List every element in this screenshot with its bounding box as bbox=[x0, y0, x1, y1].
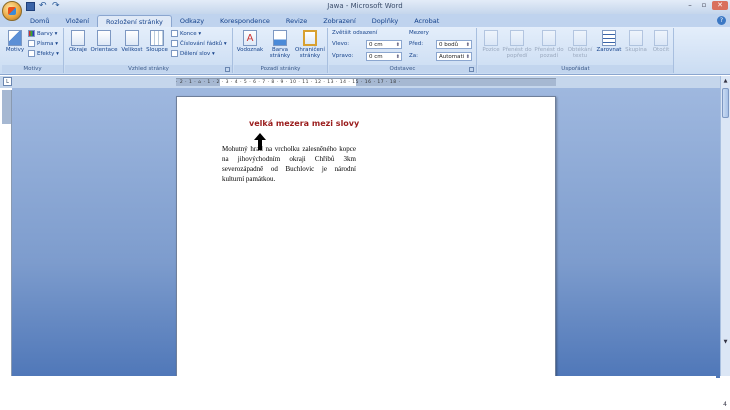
align-icon bbox=[602, 30, 616, 46]
paragraph-launcher-icon[interactable] bbox=[469, 67, 474, 72]
vertical-ruler bbox=[2, 90, 12, 380]
align-button[interactable]: Zarovnat bbox=[596, 30, 622, 53]
window-title: Jawa - Microsoft Word bbox=[327, 2, 403, 10]
group-label-arrange: Uspořádat bbox=[478, 65, 673, 73]
group-icon bbox=[629, 30, 643, 46]
orientation-icon bbox=[97, 30, 111, 46]
horizontal-ruler: L · 2 · 1 · ⌂ · 1 · 2 · 3 · 4 · 5 · 6 · … bbox=[0, 76, 730, 88]
themes-button[interactable]: Motivy bbox=[4, 30, 26, 53]
tab-review[interactable]: Revize bbox=[278, 15, 315, 27]
themes-icon bbox=[8, 30, 22, 46]
position-icon bbox=[484, 30, 498, 46]
line-numbers-button[interactable]: Číslování řádků ▾ bbox=[171, 40, 227, 49]
spacing-after-label: Za: bbox=[409, 53, 418, 59]
group-arrange: Pozice Přenést do popředí Přenést do poz… bbox=[478, 28, 674, 73]
watermark-button[interactable]: A Vodoznak bbox=[236, 30, 264, 53]
group-button[interactable]: Skupina bbox=[624, 30, 648, 53]
page-color-button[interactable]: Barva stránky bbox=[266, 30, 294, 59]
position-button[interactable]: Pozice bbox=[480, 30, 502, 53]
tab-references[interactable]: Odkazy bbox=[172, 15, 212, 27]
page-number-fragment: 4 bbox=[723, 401, 727, 408]
ruler-scale[interactable]: · 2 · 1 · ⌂ · 1 · 2 · 3 · 4 · 5 · 6 · 7 … bbox=[176, 78, 556, 86]
bring-forward-button[interactable]: Přenést do popředí bbox=[502, 30, 532, 59]
overlay-panel bbox=[4, 376, 716, 410]
breaks-button[interactable]: Konce ▾ bbox=[171, 30, 201, 39]
tab-view[interactable]: Zobrazení bbox=[315, 15, 364, 27]
margins-icon bbox=[71, 30, 85, 46]
orientation-button[interactable]: Orientace bbox=[90, 30, 118, 53]
indent-right-label: Vpravo: bbox=[332, 53, 354, 59]
columns-icon bbox=[150, 30, 164, 46]
page-borders-button[interactable]: Ohraničení stránky bbox=[294, 30, 326, 59]
hyphenation-icon bbox=[171, 50, 178, 57]
tab-home[interactable]: Domů bbox=[22, 15, 57, 27]
page-color-icon bbox=[273, 30, 287, 46]
group-paragraph: Zvětšit odsazení Vlevo: 0 cm Vpravo: 0 c… bbox=[329, 28, 477, 73]
group-page-setup: Okraje Orientace Velikost Sloupce Konce … bbox=[65, 28, 233, 73]
colors-button[interactable]: Barvy ▾ bbox=[28, 30, 57, 39]
spacing-title: Mezery bbox=[409, 30, 429, 36]
tab-acrobat[interactable]: Acrobat bbox=[406, 15, 447, 27]
fonts-icon bbox=[28, 40, 35, 47]
tab-selector-button[interactable]: L bbox=[3, 77, 12, 86]
spacing-after-field[interactable]: Automati bbox=[436, 52, 472, 61]
office-button[interactable] bbox=[2, 1, 22, 21]
tab-mailings[interactable]: Korespondence bbox=[212, 15, 278, 27]
close-button[interactable]: ✕ bbox=[712, 1, 728, 10]
scroll-down-icon[interactable]: ▼ bbox=[722, 338, 729, 346]
page-setup-launcher-icon[interactable] bbox=[225, 67, 230, 72]
ribbon: Motivy Barvy ▾ Písma ▾ Efekty ▾ Motivy O… bbox=[0, 27, 730, 75]
page-borders-icon bbox=[303, 30, 317, 46]
maximize-button[interactable]: ▫ bbox=[698, 1, 710, 10]
group-label-paragraph: Odstavec bbox=[329, 65, 476, 73]
breaks-icon bbox=[171, 30, 178, 37]
group-label-page-setup: Vzhled stránky bbox=[65, 65, 232, 73]
fonts-button[interactable]: Písma ▾ bbox=[28, 40, 58, 49]
size-button[interactable]: Velikost bbox=[120, 30, 144, 53]
tab-insert[interactable]: Vložení bbox=[57, 15, 97, 27]
minimize-button[interactable]: – bbox=[684, 1, 696, 10]
rotate-icon bbox=[654, 30, 668, 46]
bring-forward-icon bbox=[510, 30, 524, 46]
group-themes: Motivy Barvy ▾ Písma ▾ Efekty ▾ Motivy bbox=[2, 28, 64, 73]
indent-right-field[interactable]: 0 cm bbox=[366, 52, 402, 61]
title-bar: ↶ ↷ Jawa - Microsoft Word – ▫ ✕ bbox=[0, 0, 730, 21]
tab-addins[interactable]: Doplňky bbox=[364, 15, 406, 27]
rotate-button[interactable]: Otočit bbox=[650, 30, 672, 53]
scroll-up-icon[interactable]: ▲ bbox=[722, 77, 729, 85]
ribbon-tab-bar: Domů Vložení Rozložení stránky Odkazy Ko… bbox=[0, 14, 730, 27]
window-controls: – ▫ ✕ bbox=[684, 1, 728, 10]
send-backward-button[interactable]: Přenést do pozadí bbox=[534, 30, 564, 59]
group-page-background: A Vodoznak Barva stránky Ohraničení strán… bbox=[234, 28, 328, 73]
ruler-top-margin bbox=[2, 90, 11, 124]
margins-button[interactable]: Okraje bbox=[68, 30, 88, 53]
line-numbers-icon bbox=[171, 40, 178, 47]
scroll-thumb[interactable] bbox=[722, 88, 729, 118]
text-wrap-icon bbox=[573, 30, 587, 46]
help-icon[interactable]: ? bbox=[717, 16, 726, 25]
indent-left-label: Vlevo: bbox=[332, 41, 350, 47]
spacing-before-label: Před: bbox=[409, 41, 424, 47]
columns-button[interactable]: Sloupce bbox=[145, 30, 169, 53]
group-label-page-background: Pozadí stránky bbox=[234, 65, 327, 73]
effects-icon bbox=[28, 50, 35, 57]
send-backward-icon bbox=[542, 30, 556, 46]
tab-page-layout[interactable]: Rozložení stránky bbox=[97, 15, 172, 27]
document-workspace: velká mezera mezi slovy Mohutný hrad na … bbox=[12, 88, 720, 386]
indent-left-field[interactable]: 0 cm bbox=[366, 40, 402, 49]
watermark-icon: A bbox=[243, 30, 257, 46]
text-wrap-button[interactable]: Obtékání textu bbox=[566, 30, 594, 59]
effects-button[interactable]: Efekty ▾ bbox=[28, 50, 59, 59]
annotation-label: velká mezera mezi slovy bbox=[249, 119, 360, 128]
hyphenation-button[interactable]: Dělení slov ▾ bbox=[171, 50, 215, 59]
document-page[interactable]: velká mezera mezi slovy Mohutný hrad na … bbox=[176, 96, 556, 386]
group-label-themes: Motivy bbox=[2, 65, 63, 73]
ruler-marks: · 2 · 1 · ⌂ · 1 · 2 · 3 · 4 · 5 · 6 · 7 … bbox=[176, 80, 401, 85]
indent-title: Zvětšit odsazení bbox=[332, 30, 378, 36]
document-paragraph[interactable]: Mohutný hrad na vrcholku zalesněného kop… bbox=[222, 144, 356, 184]
size-icon bbox=[125, 30, 139, 46]
colors-icon bbox=[28, 30, 35, 37]
spacing-before-field[interactable]: 0 bodů bbox=[436, 40, 472, 49]
vertical-scrollbar[interactable]: ▲ ▼ bbox=[720, 76, 730, 376]
